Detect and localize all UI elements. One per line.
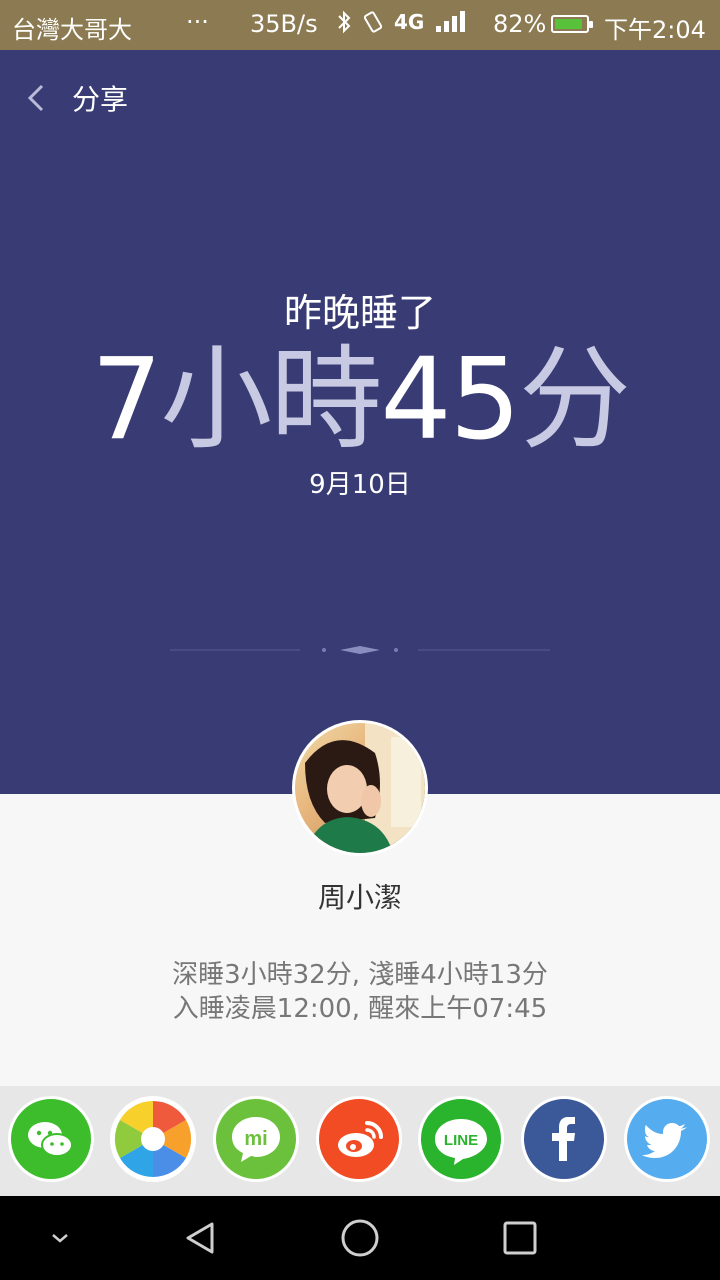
wechat-icon: [28, 1122, 73, 1157]
clock: 下午2:04: [604, 16, 706, 44]
back-button[interactable]: [20, 80, 56, 116]
bluetooth-icon: [338, 10, 351, 34]
twitter-icon: [642, 1123, 687, 1158]
home-circle-icon: [341, 1219, 379, 1257]
summary-header: 分享 昨晚睡了 7小時45分 9月10日: [0, 50, 720, 794]
mi-talk-icon: mi: [232, 1117, 280, 1162]
sleep-duration: 7小時45分: [0, 336, 720, 464]
moments-aperture-icon: [114, 1100, 192, 1178]
svg-text:mi: mi: [244, 1128, 267, 1150]
duration-minutes: 45: [380, 335, 521, 465]
sleep-stats: 深睡3小時32分, 淺睡4小時13分 入睡凌晨12:00, 醒來上午07:45: [0, 958, 720, 1026]
page-title: 分享: [72, 83, 129, 116]
user-avatar: [292, 720, 428, 856]
share-weibo-button[interactable]: [316, 1096, 402, 1182]
sleep-stats-line-2: 入睡凌晨12:00, 醒來上午07:45: [172, 994, 548, 1024]
nav-collapse-button[interactable]: [36, 1214, 84, 1262]
username: 周小潔: [317, 881, 402, 914]
sleep-subtitle: 昨晚睡了: [283, 291, 436, 335]
share-facebook-button[interactable]: [521, 1096, 607, 1182]
chevron-left-icon: [27, 84, 44, 112]
signal-icon: [436, 11, 466, 32]
nav-recents-button[interactable]: [496, 1214, 544, 1262]
chevron-down-icon: [52, 1234, 68, 1243]
share-moments-button[interactable]: [110, 1096, 196, 1182]
share-wechat-button[interactable]: [8, 1096, 94, 1182]
battery-percent: 82%: [493, 10, 547, 38]
line-icon: LINE: [435, 1119, 487, 1165]
sleep-date: 9月10日: [309, 470, 411, 500]
vibrate-icon: [363, 11, 383, 33]
status-icons: 4G: [336, 10, 468, 34]
facebook-icon: [552, 1117, 575, 1161]
weibo-icon: [338, 1121, 383, 1157]
duration-hours: 7: [91, 335, 162, 465]
sleep-stats-line-1: 深睡3小時32分, 淺睡4小時13分: [172, 960, 548, 990]
share-twitter-button[interactable]: [624, 1096, 710, 1182]
nav-home-button[interactable]: [336, 1214, 384, 1262]
duration-hours-unit: 小時: [160, 335, 382, 465]
duration-minutes-unit: 分: [518, 335, 631, 465]
status-bar: 台灣大哥大 ··· 35B/s 4G 82% 下午2:04: [0, 0, 720, 50]
battery-icon: [551, 15, 593, 33]
network-speed: 35B/s: [250, 10, 318, 38]
recents-square-icon: [503, 1221, 537, 1255]
nav-back-button[interactable]: [176, 1214, 224, 1262]
share-mi-talk-button[interactable]: mi: [213, 1096, 299, 1182]
share-line-button[interactable]: LINE: [418, 1096, 504, 1182]
decorative-divider: [170, 646, 550, 654]
system-nav-bar: [0, 1196, 720, 1280]
network-type: 4G: [394, 10, 425, 34]
share-bar: mi LINE: [0, 1086, 720, 1196]
back-triangle-icon: [186, 1222, 214, 1254]
more-notifications-icon: ···: [186, 8, 209, 36]
carrier-name: 台灣大哥大: [12, 16, 132, 44]
svg-text:LINE: LINE: [444, 1132, 478, 1149]
